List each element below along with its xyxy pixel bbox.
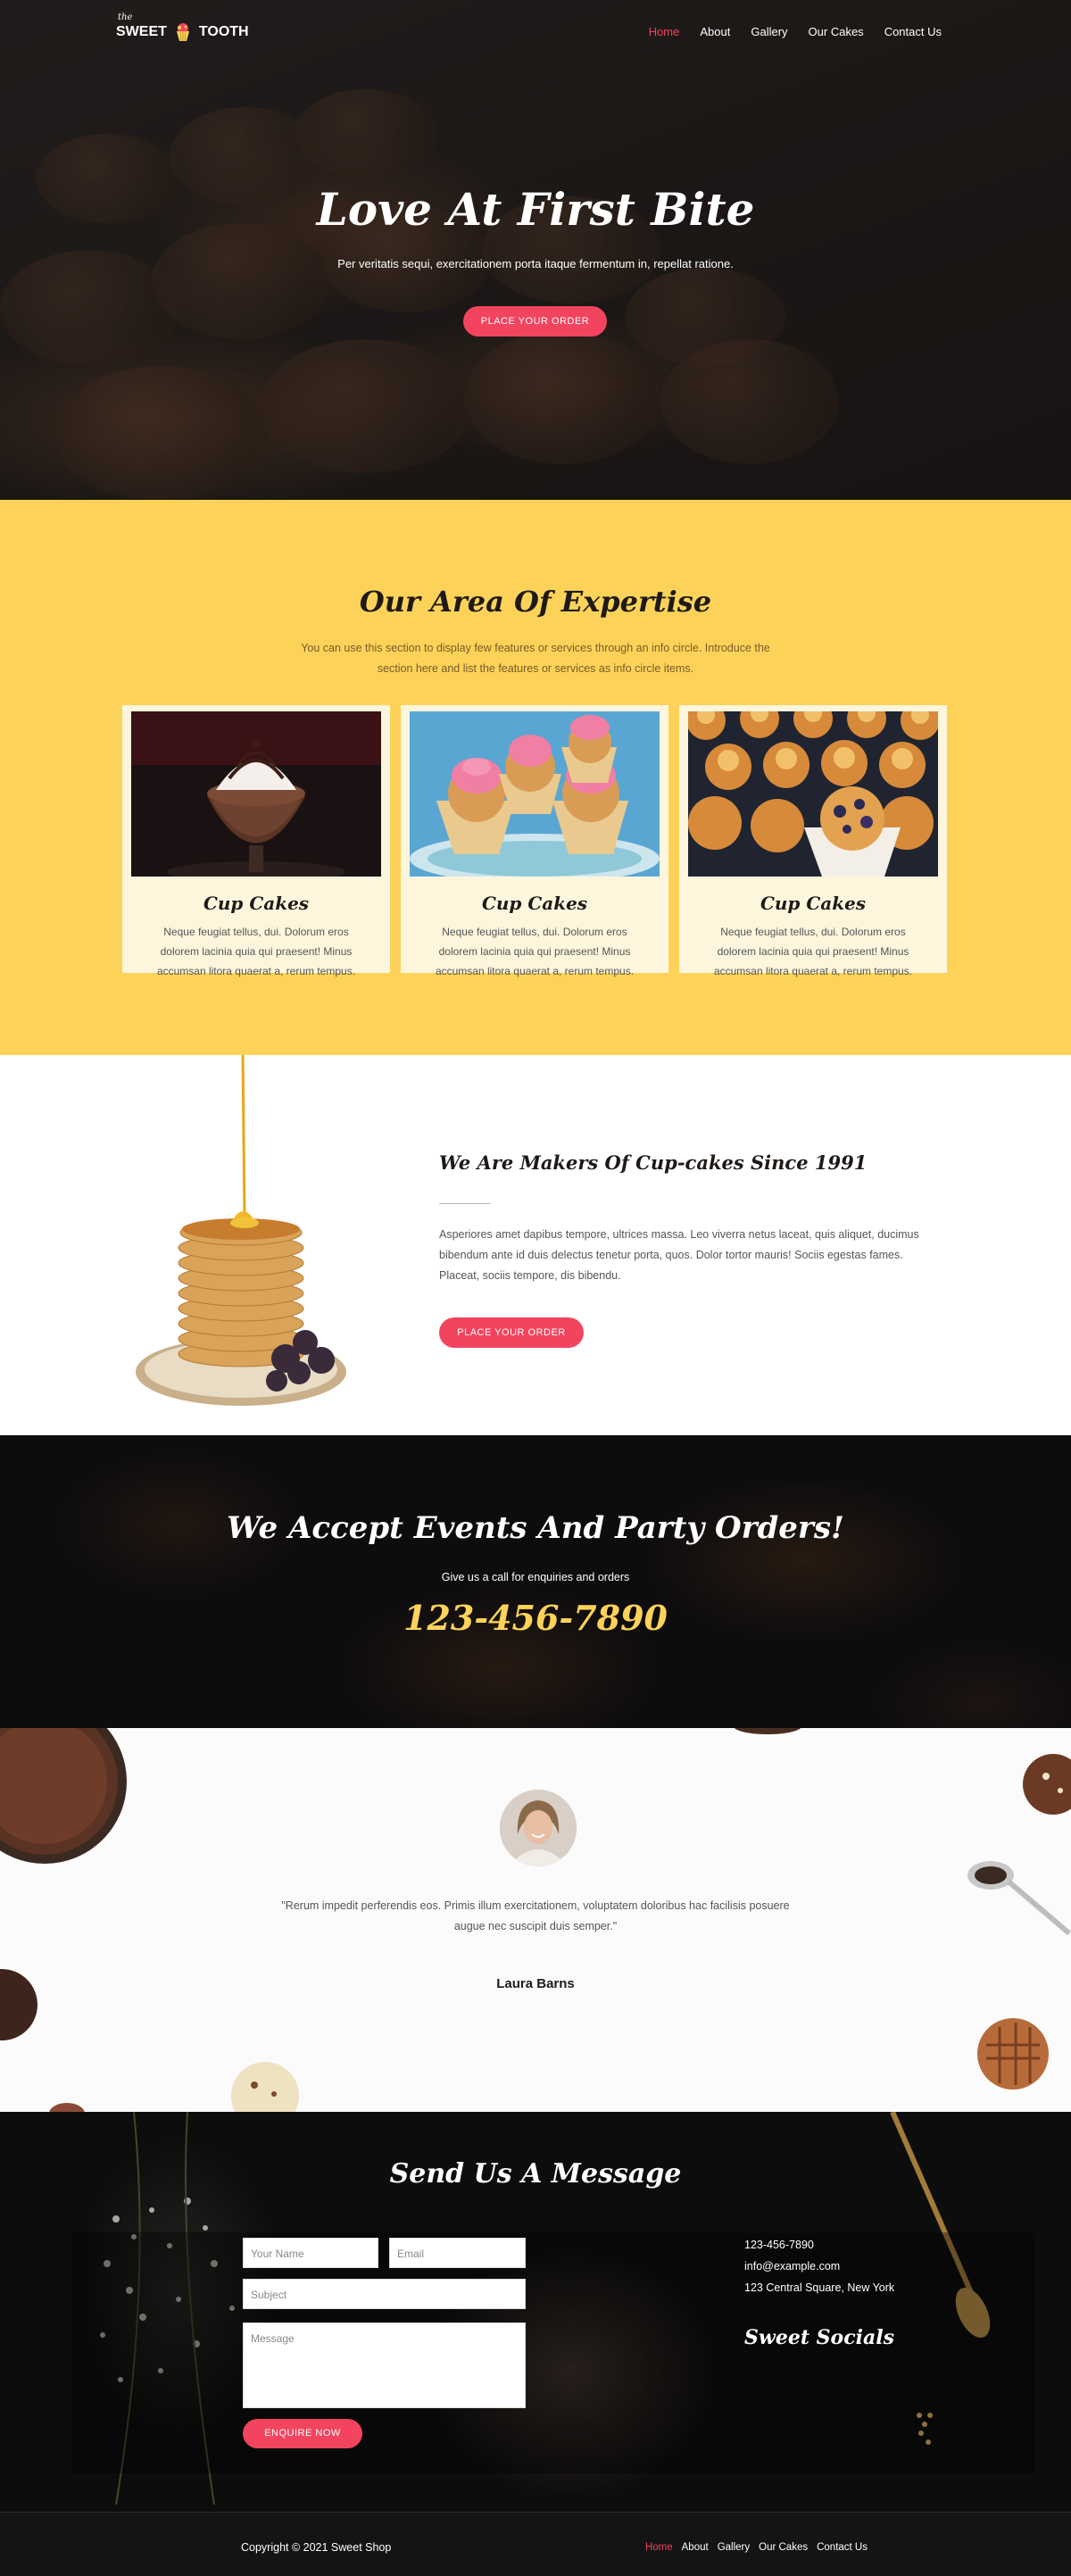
- chocolate-waffle-decoration: [977, 2018, 1049, 2090]
- expertise-card-pink-cupcakes[interactable]: Cup Cakes Neque feugiat tellus, dui. Dol…: [401, 705, 668, 977]
- nav-about[interactable]: About: [700, 25, 730, 38]
- pink-cupcakes-image: [410, 711, 660, 877]
- footer-links: Home About Gallery Our Cakes Contact Us: [645, 2542, 868, 2553]
- cupcake-logo-icon: [176, 23, 189, 42]
- chocolate-ball-decoration: [0, 1969, 37, 2040]
- makers-section: We Are Makers Of Cup-cakes Since 1991 As…: [0, 1055, 1071, 1435]
- logo-word-left: SWEET: [116, 24, 167, 39]
- top-navigation: the SWEET TOOTH Home About Gallery Our C…: [116, 12, 942, 45]
- expertise-section: Our Area Of Expertise You can use this s…: [0, 500, 1071, 1055]
- expertise-title: Our Area Of Expertise: [359, 585, 712, 619]
- customer-avatar: [500, 1790, 577, 1866]
- contact-email[interactable]: info@example.com: [744, 2256, 894, 2277]
- testimonial-section: "Rerum impedit perferendis eos. Primis i…: [0, 1728, 1071, 2112]
- chocolate-edge-decoration: [49, 2103, 85, 2112]
- contact-phone[interactable]: 123-456-7890: [744, 2234, 894, 2256]
- footer-link-home[interactable]: Home: [645, 2542, 673, 2553]
- expertise-intro: You can use this section to display few …: [301, 642, 770, 675]
- expertise-card-muffins[interactable]: Cup Cakes Neque feugiat tellus, dui. Dol…: [679, 705, 947, 977]
- footer-link-about[interactable]: About: [682, 2542, 709, 2553]
- hero-section: the SWEET TOOTH Home About Gallery Our C…: [0, 0, 1071, 500]
- hero-order-button[interactable]: PLACE YOUR ORDER: [463, 306, 607, 337]
- socials-title: Sweet Socials: [744, 2326, 894, 2349]
- nav-links: Home About Gallery Our Cakes Contact Us: [649, 25, 942, 38]
- copyright-text: Copyright © 2021 Sweet Shop: [241, 2541, 392, 2554]
- chocolate-dessert-image: [131, 711, 381, 877]
- makers-title: We Are Makers Of Cup-cakes Since 1991: [439, 1151, 868, 1174]
- nav-gallery[interactable]: Gallery: [751, 25, 787, 38]
- message-textarea[interactable]: Message: [243, 2323, 526, 2408]
- contact-info: 123-456-7890 info@example.com 123 Centra…: [744, 2234, 894, 2298]
- truffle-decoration: [1023, 1754, 1071, 1815]
- nav-our-cakes[interactable]: Our Cakes: [809, 25, 864, 38]
- expertise-card-chocolate[interactable]: Cup Cakes Neque feugiat tellus, dui. Dol…: [122, 705, 390, 977]
- logo-word-right: TOOTH: [198, 24, 249, 39]
- card-title: Cup Cakes: [760, 893, 867, 914]
- card-title: Cup Cakes: [481, 893, 588, 914]
- chocolate-piece-decoration: [734, 1728, 801, 1734]
- makers-text: Asperiores amet dapibus tempore, ultrice…: [439, 1228, 919, 1282]
- name-input[interactable]: Your Name: [243, 2238, 378, 2268]
- hero-title: Love At First Bite: [316, 183, 755, 236]
- logo-prefix: the: [118, 12, 133, 22]
- blueberry-muffins-image: [688, 711, 938, 877]
- contact-address: 123 Central Square, New York: [744, 2281, 895, 2294]
- events-section: We Accept Events And Party Orders! Give …: [0, 1435, 1071, 1728]
- subject-input[interactable]: Subject: [243, 2279, 526, 2309]
- contact-section: Send Us A Message Your Name Email Subjec…: [0, 2112, 1071, 2512]
- contact-title: Send Us A Message: [389, 2158, 682, 2190]
- site-logo[interactable]: the SWEET TOOTH: [116, 12, 249, 43]
- title-divider: [439, 1203, 491, 1204]
- cookie-ball-decoration: [231, 2062, 299, 2112]
- nav-contact-us[interactable]: Contact Us: [884, 25, 942, 38]
- site-footer: Copyright © 2021 Sweet Shop Home About G…: [0, 2512, 1071, 2576]
- testimonial-author: Laura Barns: [496, 1976, 575, 1991]
- enquire-now-button[interactable]: ENQUIRE NOW: [243, 2419, 362, 2448]
- footer-link-gallery[interactable]: Gallery: [718, 2542, 750, 2553]
- hero-subtitle: Per veritatis sequi, exercitationem port…: [337, 257, 734, 270]
- footer-link-our-cakes[interactable]: Our Cakes: [759, 2542, 808, 2553]
- events-title: We Accept Events And Party Orders!: [227, 1510, 844, 1546]
- nav-home[interactable]: Home: [649, 25, 680, 38]
- spoon-decoration: [967, 1861, 1071, 1936]
- pancake-stack-image: [136, 1055, 346, 1406]
- card-title: Cup Cakes: [203, 893, 310, 914]
- cocoa-bowl-decoration: [0, 1728, 127, 1864]
- footer-link-contact-us[interactable]: Contact Us: [817, 2542, 868, 2553]
- events-phone-number[interactable]: 123-456-7890: [0, 1598, 1071, 1638]
- email-input[interactable]: Email: [389, 2238, 526, 2268]
- makers-order-button[interactable]: PLACE YOUR ORDER: [439, 1317, 584, 1348]
- card-text: Neque feugiat tellus, dui. Dolorum eros …: [435, 926, 635, 977]
- events-subtitle: Give us a call for enquiries and orders: [441, 1571, 630, 1583]
- card-text: Neque feugiat tellus, dui. Dolorum eros …: [713, 926, 913, 977]
- card-text: Neque feugiat tellus, dui. Dolorum eros …: [156, 926, 356, 977]
- testimonial-quote: "Rerum impedit perferendis eos. Primis i…: [281, 1899, 790, 1932]
